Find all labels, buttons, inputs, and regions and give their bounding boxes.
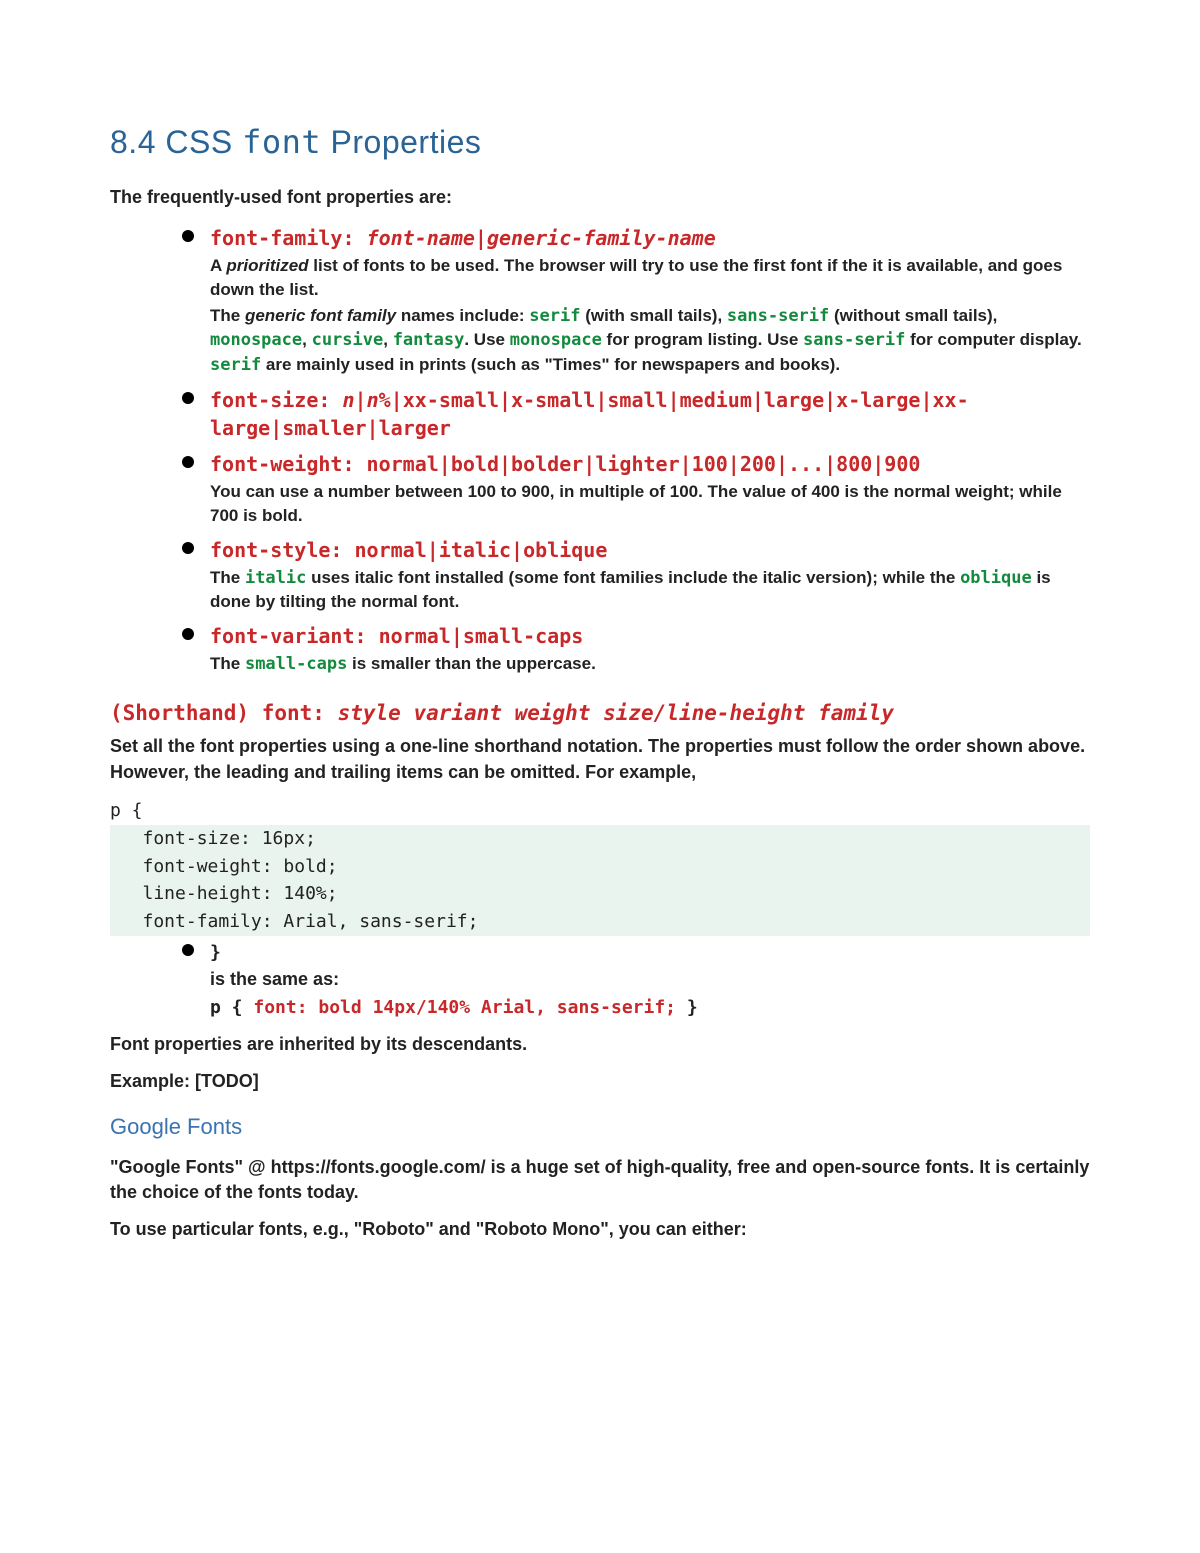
shorthand-sub-list: } is the same as: p { font: bold 14px/14… xyxy=(110,940,1090,1020)
text: for program listing. Use xyxy=(602,330,803,349)
intro-text: The frequently-used font properties are: xyxy=(110,185,1090,210)
section-suffix: Properties xyxy=(331,124,482,160)
sig-key: font-weight: xyxy=(210,452,355,476)
shorthand-heading: (Shorthand) font: style variant weight s… xyxy=(110,699,1090,728)
sig-key: font-size: xyxy=(210,388,330,412)
sig-rest: normal|small-caps xyxy=(379,624,584,648)
shorthand-desc: Set all the font properties using a one-… xyxy=(110,734,1090,784)
code-line-2: font-weight: bold; xyxy=(110,853,1090,881)
code-line-3: line-height: 140%; xyxy=(110,880,1090,908)
sig-arg: font-name|generic-family-name xyxy=(367,226,716,250)
sig-key: font-variant: xyxy=(210,624,367,648)
text: The xyxy=(210,306,245,325)
section-prefix: CSS xyxy=(165,124,232,160)
signature-font-size: font-size: n|n%|xx-small|x-small|small|m… xyxy=(210,386,1090,442)
sig-arg-n2: n xyxy=(367,388,379,412)
text: (without small tails), xyxy=(829,306,997,325)
code-line-4: font-family: Arial, sans-serif; xyxy=(110,908,1090,936)
code-open: p { xyxy=(110,800,143,821)
desc-font-family-2: The generic font family names include: s… xyxy=(210,304,1090,378)
property-item-font-size: font-size: n|n%|xx-small|x-small|small|m… xyxy=(182,386,1090,442)
text: , xyxy=(383,330,392,349)
shorthand-label: (Shorthand) xyxy=(110,701,249,725)
section-heading: 8.4 CSS font Properties xyxy=(110,120,1090,165)
keyword-oblique: oblique xyxy=(960,568,1032,588)
property-item-font-style: font-style: normal|italic|oblique The it… xyxy=(182,536,1090,615)
sig-key: font-family: xyxy=(210,226,355,250)
keyword-small-caps: small-caps xyxy=(245,654,347,674)
keyword-sans-serif: sans-serif xyxy=(803,330,905,350)
keyword-italic: italic xyxy=(245,568,306,588)
google-fonts-heading: Google Fonts xyxy=(110,1112,1090,1143)
keyword-monospace: monospace xyxy=(510,330,602,350)
keyword-serif: serif xyxy=(529,306,580,326)
text: are mainly used in prints (such as "Time… xyxy=(261,355,840,374)
text: The xyxy=(210,568,245,587)
text: . Use xyxy=(464,330,509,349)
sig-rest: normal|bold|bolder|lighter|100|200|...|8… xyxy=(367,452,921,476)
code-close-brace: } xyxy=(210,940,1090,965)
shorthand-sub-item: } is the same as: p { font: bold 14px/14… xyxy=(182,940,1090,1020)
section-number: 8.4 xyxy=(110,124,156,160)
property-item-font-family: font-family: font-name|generic-family-na… xyxy=(182,224,1090,378)
signature-font-weight: font-weight: normal|bold|bolder|lighter|… xyxy=(210,450,1090,478)
text: (with small tails), xyxy=(580,306,726,325)
section-code: font xyxy=(242,123,321,161)
shorthand-arg: style variant weight size/line-height fa… xyxy=(338,701,894,725)
sig-pipe: | xyxy=(355,388,367,412)
text: is smaller than the uppercase. xyxy=(347,654,595,673)
code-block-long: p { font-size: 16px; font-weight: bold; … xyxy=(110,797,1090,936)
keyword-fantasy: fantasy xyxy=(393,330,465,350)
property-item-font-variant: font-variant: normal|small-caps The smal… xyxy=(182,622,1090,677)
desc-font-style: The italic uses italic font installed (s… xyxy=(210,566,1090,615)
example-todo: Example: [TODO] xyxy=(110,1069,1090,1094)
text: , xyxy=(302,330,311,349)
signature-font-variant: font-variant: normal|small-caps xyxy=(210,622,1090,650)
text: list of fonts to be used. The browser wi… xyxy=(210,256,1062,299)
document-page: 8.4 CSS font Properties The frequently-u… xyxy=(0,0,1200,1553)
sig-arg-n: n xyxy=(342,388,354,412)
inherit-note: Font properties are inherited by its des… xyxy=(110,1032,1090,1057)
google-fonts-p1: "Google Fonts" @ https://fonts.google.co… xyxy=(110,1155,1090,1205)
one-open: p { xyxy=(210,997,253,1018)
one-close: } xyxy=(676,997,698,1018)
code-line-1: font-size: 16px; xyxy=(110,825,1090,853)
text: The xyxy=(210,654,245,673)
property-item-font-weight: font-weight: normal|bold|bolder|lighter|… xyxy=(182,450,1090,528)
one-decl: font: bold 14px/140% Arial, sans-serif; xyxy=(253,997,676,1018)
text: uses italic font installed (some font fa… xyxy=(306,568,960,587)
text: A xyxy=(210,256,226,275)
emphasis: prioritized xyxy=(226,256,308,275)
text: for computer display. xyxy=(905,330,1081,349)
desc-font-variant: The small-caps is smaller than the upper… xyxy=(210,652,1090,677)
keyword-sans-serif: sans-serif xyxy=(727,306,829,326)
google-fonts-p2: To use particular fonts, e.g., "Roboto" … xyxy=(110,1217,1090,1242)
desc-font-weight: You can use a number between 100 to 900,… xyxy=(210,480,1090,528)
sig-key: font-style: xyxy=(210,538,342,562)
text: names include: xyxy=(396,306,529,325)
property-list: font-family: font-name|generic-family-na… xyxy=(110,224,1090,677)
keyword-cursive: cursive xyxy=(312,330,384,350)
signature-font-style: font-style: normal|italic|oblique xyxy=(210,536,1090,564)
emphasis: generic font family xyxy=(245,306,396,325)
desc-font-family-1: A prioritized list of fonts to be used. … xyxy=(210,254,1090,302)
shorthand-key: font: xyxy=(262,701,325,725)
signature-font-family: font-family: font-name|generic-family-na… xyxy=(210,224,1090,252)
code-block-short: p { font: bold 14px/140% Arial, sans-ser… xyxy=(210,995,1090,1020)
keyword-monospace: monospace xyxy=(210,330,302,350)
keyword-serif: serif xyxy=(210,355,261,375)
sig-rest: normal|italic|oblique xyxy=(355,538,608,562)
same-as-text: is the same as: xyxy=(210,967,1090,992)
